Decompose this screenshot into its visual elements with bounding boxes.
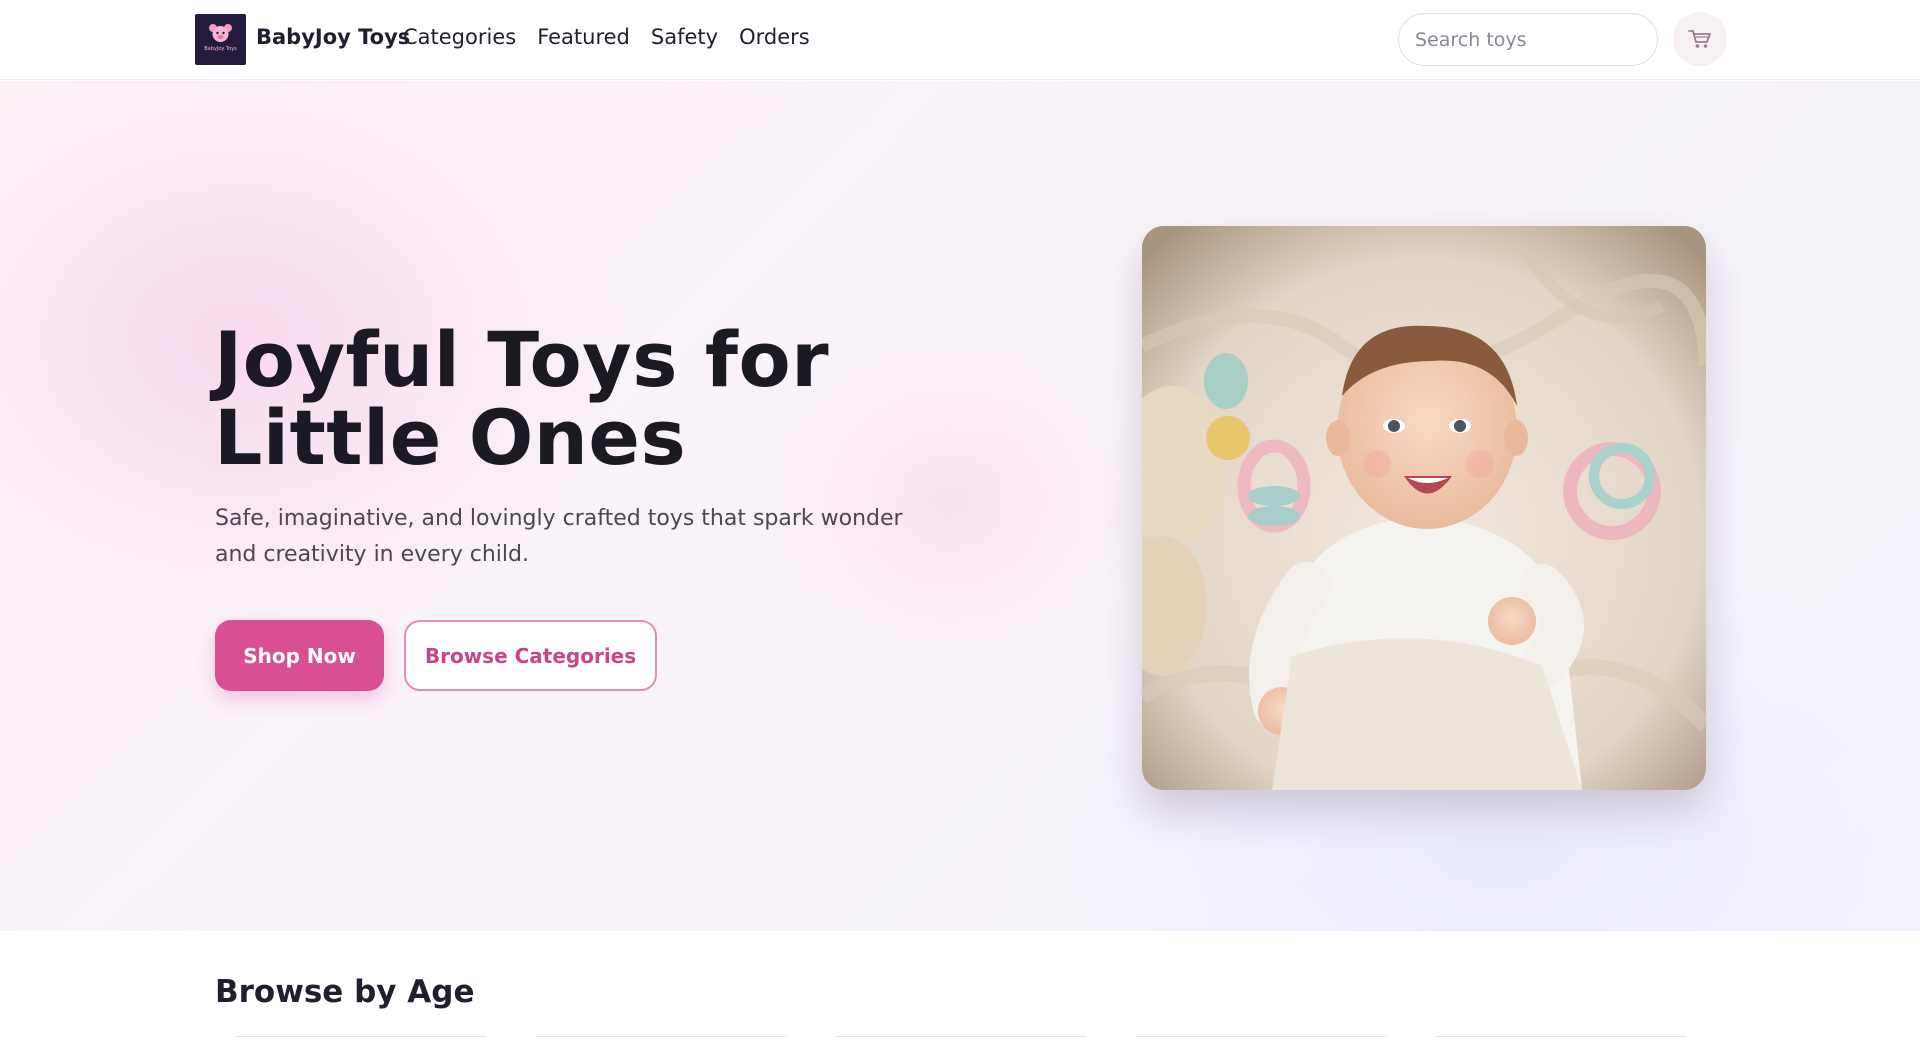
bear-logo-icon: BabyJoy Toys — [204, 24, 237, 52]
browse-by-age-title: Browse by Age — [215, 974, 475, 1010]
nav-safety[interactable]: Safety — [651, 25, 718, 49]
main-nav: Categories Featured Safety Orders — [403, 25, 810, 49]
shop-now-button[interactable]: Shop Now — [215, 620, 384, 691]
hero-title: Joyful Toys for Little Ones — [214, 315, 830, 482]
baby-photo-illustration — [1142, 226, 1706, 790]
nav-categories[interactable]: Categories — [403, 25, 516, 49]
site-header: BabyJoy Toys BabyJoy Toys Categories Fea… — [0, 0, 1920, 80]
age-cards-row — [0, 1036, 1920, 1040]
cart-icon — [1688, 30, 1711, 48]
search-input[interactable] — [1398, 13, 1658, 66]
nav-featured[interactable]: Featured — [537, 25, 630, 49]
browse-categories-button[interactable]: Browse Categories — [404, 620, 657, 691]
hero-baby-image — [1142, 226, 1706, 790]
age-card[interactable] — [1436, 1036, 1686, 1040]
brand-logo[interactable]: BabyJoy Toys — [195, 14, 246, 65]
nav-orders[interactable]: Orders — [739, 25, 810, 49]
age-card[interactable] — [1136, 1036, 1386, 1040]
brand-name[interactable]: BabyJoy Toys — [256, 25, 410, 49]
age-card[interactable] — [236, 1036, 486, 1040]
age-card[interactable] — [836, 1036, 1086, 1040]
age-card[interactable] — [536, 1036, 786, 1040]
cart-button[interactable] — [1673, 12, 1727, 66]
logo-text: BabyJoy Toys — [204, 46, 237, 52]
hero-section: Joyful Toys for Little Ones Safe, imagin… — [0, 81, 1920, 931]
hero-subtitle: Safe, imaginative, and lovingly crafted … — [215, 506, 903, 567]
